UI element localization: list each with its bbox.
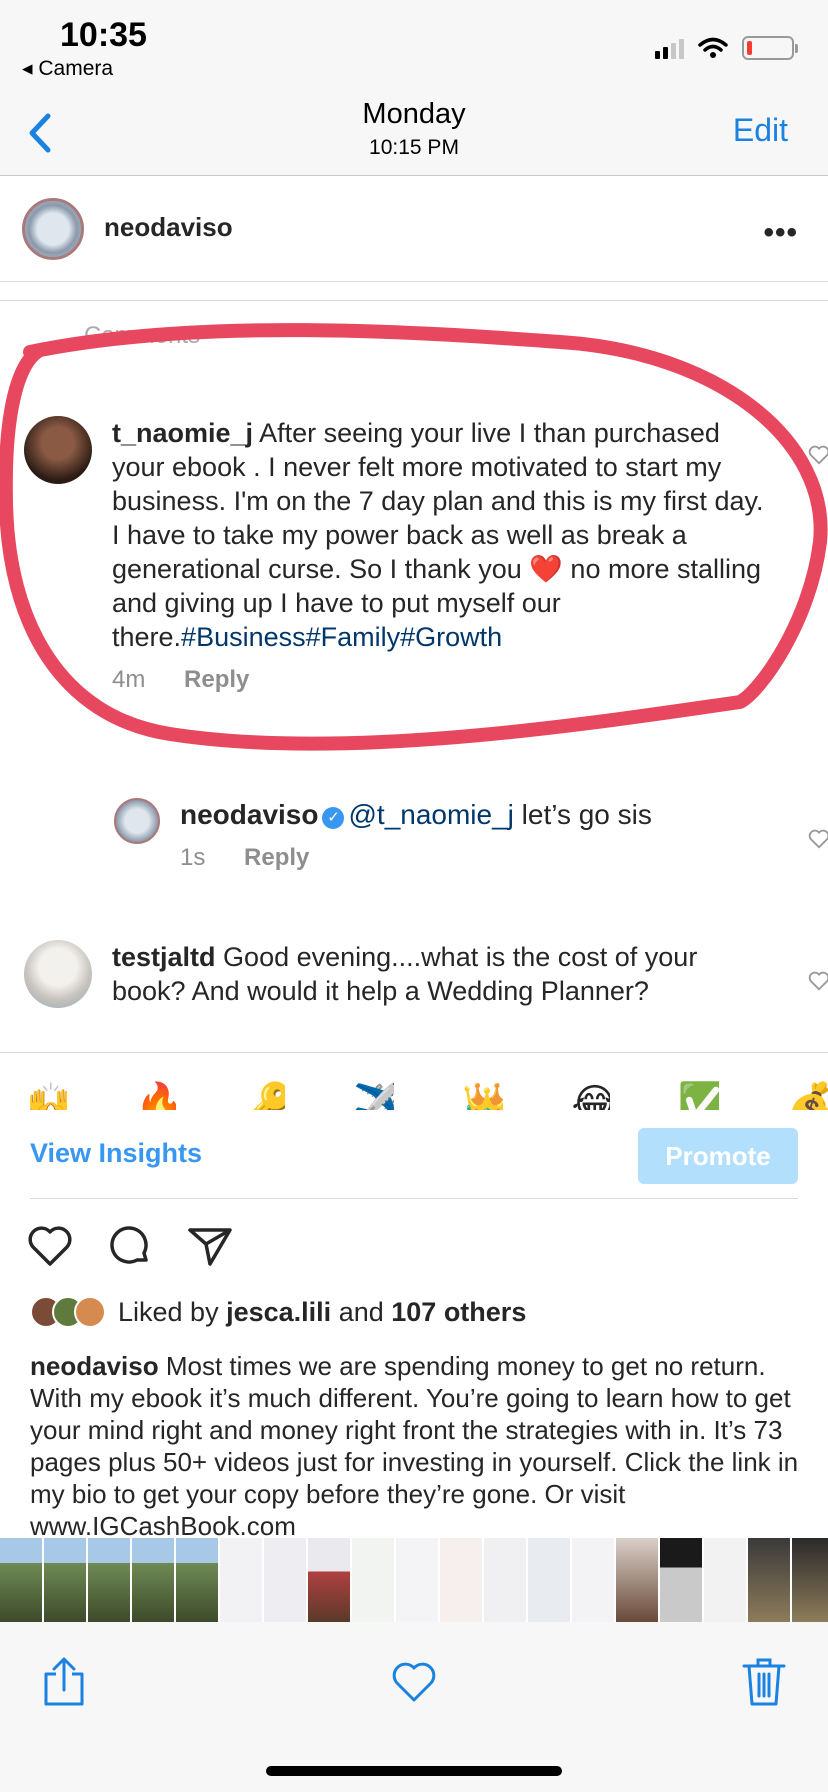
reply-avatar[interactable] — [114, 798, 160, 844]
emoji-button[interactable]: 👑 — [462, 1076, 503, 1110]
photo-filmstrip[interactable] — [0, 1538, 828, 1622]
post-actions — [26, 1222, 234, 1270]
reply-text: neodaviso ✓ @t_naomie_j let’s go sis — [180, 798, 780, 832]
filmstrip-thumbnail[interactable] — [616, 1538, 658, 1622]
emoji-button[interactable]: 💰 — [787, 1076, 828, 1110]
home-indicator[interactable] — [266, 1766, 562, 1776]
favorite-heart-icon[interactable] — [390, 1656, 438, 1708]
comment-username[interactable]: testjaltd — [112, 942, 216, 972]
reply-button[interactable]: Reply — [244, 844, 309, 871]
filmstrip-thumbnail[interactable] — [748, 1538, 790, 1622]
emoji-button[interactable]: ✈️ — [353, 1076, 394, 1110]
likes-row[interactable]: Liked by jesca.lili and 107 others — [30, 1296, 526, 1328]
share-icon[interactable] — [40, 1656, 88, 1708]
filmstrip-thumbnail[interactable] — [396, 1538, 438, 1622]
reply-time: 1s — [180, 844, 206, 871]
emoji-button[interactable]: ✅ — [678, 1076, 719, 1110]
likes-and: and — [338, 1296, 384, 1327]
filmstrip-thumbnail[interactable] — [44, 1538, 86, 1622]
filmstrip-thumbnail[interactable] — [440, 1538, 482, 1622]
emoji-button[interactable]: 😂 — [571, 1076, 610, 1110]
battery-icon — [742, 36, 798, 60]
reply-item: neodaviso ✓ @t_naomie_j let’s go sis 1s Re… — [180, 798, 780, 872]
nav-title: Monday — [362, 98, 466, 130]
like-comment-heart-icon[interactable] — [808, 970, 828, 992]
avatar[interactable] — [22, 198, 84, 260]
filmstrip-thumbnail[interactable] — [0, 1538, 42, 1622]
filmstrip-thumbnail[interactable] — [264, 1538, 306, 1622]
photos-nav-bar: Monday 10:15 PM Edit — [0, 96, 828, 176]
post-caption: neodaviso Most times we are spending mon… — [30, 1350, 800, 1536]
edit-button[interactable]: Edit — [733, 112, 788, 149]
emoji-button[interactable]: 🙌 — [26, 1076, 67, 1110]
heart-icon[interactable] — [26, 1222, 74, 1270]
divider — [0, 1052, 828, 1053]
comment-hashtags[interactable]: #Business#Family#Growth — [181, 622, 502, 652]
more-options-icon[interactable]: ••• — [763, 216, 798, 250]
likes-text: Liked by jesca.lili and 107 others — [118, 1297, 526, 1328]
reply-body: let’s go sis — [521, 799, 652, 830]
filmstrip-thumbnail[interactable] — [528, 1538, 570, 1622]
filmstrip-thumbnail[interactable] — [352, 1538, 394, 1622]
promote-button[interactable]: Promote — [638, 1128, 798, 1184]
comment-icon[interactable] — [106, 1222, 154, 1270]
wifi-icon — [698, 37, 728, 58]
reply-button[interactable]: Reply — [184, 666, 249, 693]
status-bar: 10:35 ◂ Camera — [0, 0, 828, 96]
comment-text: t_naomie_j After seeing your live I than… — [112, 416, 772, 654]
comment-time: 4m — [112, 666, 146, 693]
divider — [0, 300, 828, 301]
trash-icon[interactable] — [740, 1656, 788, 1708]
status-time: 10:35 — [60, 16, 147, 54]
comment-item: testjaltd Good evening....what is the co… — [112, 940, 752, 1008]
filmstrip-thumbnail[interactable] — [88, 1538, 130, 1622]
status-icons — [655, 36, 798, 60]
quick-emoji-bar: 🙌 🔥 🔑 ✈️ 👑 😂 ✅ 💰 — [26, 1076, 828, 1110]
filmstrip-thumbnail[interactable] — [704, 1538, 746, 1622]
share-icon[interactable] — [186, 1222, 234, 1270]
comment-meta: 4m Reply — [112, 666, 772, 694]
photos-toolbar — [0, 1622, 828, 1792]
reply-username[interactable]: neodaviso — [180, 799, 318, 830]
reply-mention[interactable]: @t_naomie_j — [348, 799, 513, 830]
comment-item: t_naomie_j After seeing your live I than… — [112, 416, 772, 694]
filmstrip-thumbnail[interactable] — [220, 1538, 262, 1622]
likes-prefix: Liked by — [118, 1296, 219, 1327]
emoji-button[interactable]: 🔥 — [135, 1076, 176, 1110]
filmstrip-thumbnail[interactable] — [484, 1538, 526, 1622]
filmstrip-thumbnail[interactable] — [308, 1538, 350, 1622]
filmstrip-thumbnail[interactable] — [572, 1538, 614, 1622]
commenter-avatar[interactable] — [24, 940, 92, 1008]
filmstrip-thumbnail[interactable] — [176, 1538, 218, 1622]
divider — [30, 1198, 798, 1199]
like-comment-heart-icon[interactable] — [808, 444, 828, 466]
heart-emoji: ❤️ — [529, 554, 563, 584]
post-header: neodaviso ••• — [0, 176, 828, 282]
likes-count[interactable]: 107 others — [391, 1297, 526, 1327]
like-comment-heart-icon[interactable] — [808, 828, 828, 850]
filmstrip-thumbnail[interactable] — [792, 1538, 828, 1622]
comment-username[interactable]: t_naomie_j — [112, 418, 253, 448]
verified-badge-icon: ✓ — [322, 807, 345, 829]
liker-username[interactable]: jesca.lili — [226, 1297, 331, 1327]
emoji-button[interactable]: 🔑 — [244, 1076, 285, 1110]
comment-text: testjaltd Good evening....what is the co… — [112, 940, 752, 1008]
reply-meta: 1s Reply — [180, 844, 780, 872]
liker-avatar — [74, 1296, 106, 1328]
filmstrip-thumbnail[interactable] — [660, 1538, 702, 1622]
signal-icon — [655, 37, 684, 59]
post-username[interactable]: neodaviso — [104, 212, 233, 243]
back-to-camera-link[interactable]: ◂ Camera — [22, 56, 113, 81]
caption-username[interactable]: neodaviso — [30, 1351, 159, 1381]
nav-subtitle: 10:15 PM — [369, 136, 459, 159]
filmstrip-thumbnail[interactable] — [132, 1538, 174, 1622]
comments-header[interactable]: Comments — [84, 322, 200, 350]
view-insights-link[interactable]: View Insights — [30, 1138, 202, 1169]
commenter-avatar[interactable] — [24, 416, 92, 484]
